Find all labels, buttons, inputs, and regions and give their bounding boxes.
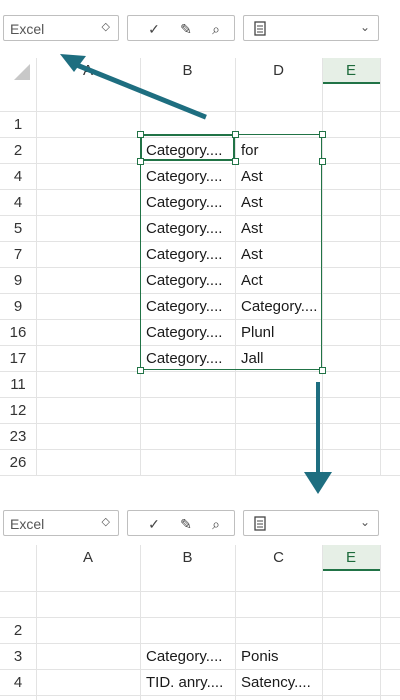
- selection-handle[interactable]: [137, 367, 144, 374]
- dropdown-caret-icon[interactable]: ⌄: [360, 20, 370, 34]
- table-cell[interactable]: [140, 424, 235, 450]
- document-icon: [254, 21, 266, 36]
- table-cell[interactable]: [235, 592, 322, 618]
- column-header-active[interactable]: E: [322, 58, 380, 84]
- row-header[interactable]: 26: [0, 450, 36, 476]
- table-cell[interactable]: [235, 398, 322, 424]
- row-header[interactable]: 12: [0, 398, 36, 424]
- row-header[interactable]: 23: [0, 424, 36, 450]
- selection-handle[interactable]: [319, 367, 326, 374]
- row-header[interactable]: 4: [0, 190, 36, 216]
- formula-actions-bottom: ✓ ✎ ⌕: [127, 510, 235, 536]
- column-header[interactable]: D: [235, 58, 322, 84]
- document-icon: [254, 516, 266, 531]
- namebox-text: Excel: [10, 21, 45, 37]
- formula-bar-bottom[interactable]: ⌄: [243, 510, 379, 536]
- table-cell[interactable]: [235, 424, 322, 450]
- brush-icon[interactable]: ✎: [176, 514, 196, 534]
- row-header[interactable]: 2: [0, 138, 36, 164]
- row-header[interactable]: 1: [0, 112, 36, 138]
- down-arrow-line: [316, 382, 320, 472]
- column-header[interactable]: B: [140, 545, 235, 571]
- search-icon[interactable]: ⌕: [206, 19, 226, 39]
- table-cell[interactable]: [235, 618, 322, 644]
- column-header[interactable]: B: [140, 58, 235, 84]
- arrow-head-icon: [60, 54, 86, 72]
- check-icon[interactable]: ✓: [144, 514, 164, 534]
- selection-handle[interactable]: [232, 131, 239, 138]
- table-cell[interactable]: [235, 372, 322, 398]
- table-cell[interactable]: [140, 372, 235, 398]
- spreadsheet-bottom: Excel ◇ ✓ ✎ ⌕ ⌄ A B C E 2 3 Category.... Po…: [0, 500, 400, 700]
- namebox-top[interactable]: Excel ◇: [3, 15, 119, 41]
- row-header[interactable]: 4: [0, 164, 36, 190]
- selection-handle[interactable]: [319, 131, 326, 138]
- formula-bar-top[interactable]: ⌄: [243, 15, 379, 41]
- namebox-caret-icon[interactable]: ◇: [102, 515, 110, 528]
- row-header[interactable]: 7: [0, 242, 36, 268]
- row-header[interactable]: 5: [0, 216, 36, 242]
- row-header[interactable]: 9: [0, 294, 36, 320]
- dropdown-caret-icon[interactable]: ⌄: [360, 515, 370, 529]
- table-cell[interactable]: [140, 592, 235, 618]
- table-cell[interactable]: Atecanty: [140, 696, 235, 700]
- selection-handle[interactable]: [232, 158, 239, 165]
- row-header[interactable]: [0, 592, 36, 618]
- selection-range[interactable]: [140, 134, 322, 370]
- down-arrow-head-icon: [304, 472, 332, 494]
- row-header[interactable]: 11: [0, 372, 36, 398]
- check-icon[interactable]: ✓: [144, 19, 164, 39]
- row-header[interactable]: 16: [0, 320, 36, 346]
- table-cell[interactable]: Satency....: [235, 670, 322, 696]
- grid-column-line: [380, 545, 381, 700]
- grid-bottom: A B C E 2 3 Category.... Ponis 4 TID. anry...…: [0, 545, 400, 700]
- row-header[interactable]: 4: [0, 670, 36, 696]
- toolbar-top: Excel ◇ ✓ ✎ ⌕ ⌄: [0, 10, 400, 44]
- selection-handle[interactable]: [137, 158, 144, 165]
- search-icon[interactable]: ⌕: [206, 514, 226, 534]
- table-cell[interactable]: Cannenory: [235, 696, 322, 700]
- formula-actions-top: ✓ ✎ ⌕: [127, 15, 235, 41]
- namebox-text: Excel: [10, 516, 45, 532]
- grid-column-line: [36, 545, 37, 700]
- toolbar-bottom: Excel ◇ ✓ ✎ ⌕ ⌄: [0, 505, 400, 539]
- namebox-caret-icon[interactable]: ◇: [102, 20, 110, 33]
- namebox-bottom[interactable]: Excel ◇: [3, 510, 119, 536]
- selection-handle[interactable]: [319, 158, 326, 165]
- grid-column-line: [322, 545, 323, 700]
- select-all-corner[interactable]: [14, 64, 30, 80]
- row-header[interactable]: 3: [0, 644, 36, 670]
- active-cell[interactable]: [140, 134, 235, 161]
- table-cell[interactable]: Category....: [140, 644, 235, 670]
- row-header[interactable]: 17: [0, 346, 36, 372]
- row-header[interactable]: 5: [0, 696, 36, 700]
- table-cell[interactable]: [140, 450, 235, 476]
- table-cell[interactable]: [140, 398, 235, 424]
- spreadsheet-top: Excel ◇ ✓ ✎ ⌕ ⌄ A B D E 12Category....fo…: [0, 0, 400, 476]
- table-cell[interactable]: [140, 618, 235, 644]
- row-header[interactable]: 2: [0, 618, 36, 644]
- row-header[interactable]: 9: [0, 268, 36, 294]
- column-header[interactable]: C: [235, 545, 322, 571]
- table-cell[interactable]: TID. anry....: [140, 670, 235, 696]
- column-header-active[interactable]: E: [322, 545, 380, 571]
- selection-handle[interactable]: [137, 131, 144, 138]
- column-header[interactable]: A: [36, 545, 140, 571]
- table-cell[interactable]: Ponis: [235, 644, 322, 670]
- brush-icon[interactable]: ✎: [176, 19, 196, 39]
